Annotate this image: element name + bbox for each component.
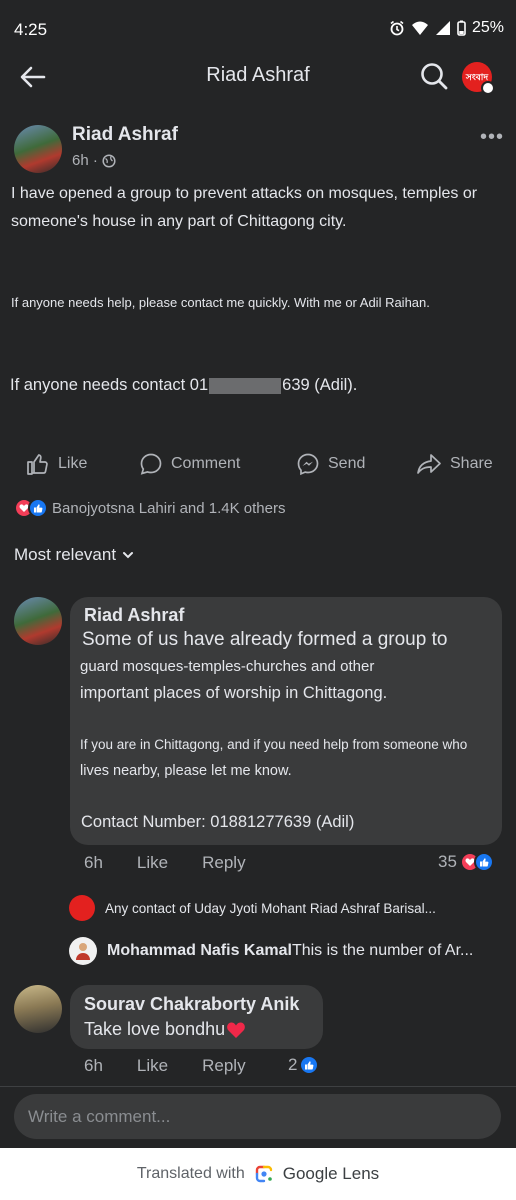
comment-meta: 6h Like Reply: [84, 1056, 280, 1076]
reply-text: This is the number of Ar...: [291, 942, 474, 959]
more-options-icon[interactable]: •••: [480, 126, 504, 149]
contact-text-after: 639 (Adil).: [282, 376, 358, 394]
profile-avatar[interactable]: সংবাদ: [462, 62, 495, 95]
reply-avatar: [69, 937, 97, 965]
comment-button[interactable]: Comment: [139, 452, 240, 476]
google-lens-brand: Google Lens: [282, 1164, 380, 1183]
like-reaction-icon: [473, 852, 494, 872]
comment-reactions[interactable]: 2: [288, 1055, 320, 1075]
reactions-text: Banojyotsna Lahiri and 1.4K others: [52, 499, 286, 517]
search-icon[interactable]: [418, 60, 450, 92]
comment-label: Comment: [171, 455, 241, 472]
post-author-avatar[interactable]: [14, 125, 62, 173]
share-label: Share: [450, 455, 493, 472]
contact-text-before: If anyone needs contact 01: [10, 376, 209, 394]
comment-like-button[interactable]: Like: [137, 853, 168, 873]
reply-item[interactable]: Mohammad Nafis Kamal This is the number …: [69, 937, 473, 965]
comment-line: important places of worship in Chittagon…: [80, 684, 388, 702]
translation-footer: Translated with Google Lens: [0, 1148, 516, 1200]
comment-reply-button[interactable]: Reply: [202, 1056, 245, 1076]
comment-text: Take love bondhu: [84, 1019, 246, 1040]
battery-percent: 25%: [471, 19, 504, 36]
like-label: Like: [58, 455, 88, 472]
globe-icon: [102, 153, 116, 168]
comment-bubble: Riad Ashraf Some of us have already form…: [70, 597, 502, 845]
like-reaction-icon: [299, 1055, 320, 1075]
comment-line: lives nearby, please let me know.: [80, 763, 292, 779]
share-button[interactable]: Share: [416, 452, 493, 476]
reply-item[interactable]: Any contact of Uday Jyoti Mohant Riad As…: [69, 895, 436, 921]
post-author-name[interactable]: Riad Ashraf: [72, 124, 178, 146]
comment-bubble: Sourav Chakraborty Anik Take love bondhu: [70, 985, 323, 1049]
post-text-help: If anyone needs help, please contact me …: [11, 295, 430, 310]
share-icon: [417, 454, 441, 474]
comment-reaction-count: 2: [288, 1055, 298, 1074]
post-text-contact: If anyone needs contact 01 639 (Adil).: [10, 376, 357, 395]
status-icons: 25%: [389, 19, 504, 37]
send-button[interactable]: Send: [296, 452, 365, 476]
thumbs-up-icon: [27, 454, 48, 475]
comment-reply-button[interactable]: Reply: [202, 853, 245, 873]
comment-line: Contact Number: 01881277639 (Adil): [81, 813, 355, 831]
wifi-icon: [411, 21, 428, 35]
person-icon: [76, 943, 90, 960]
google-lens-icon: [255, 1165, 272, 1183]
comment-time: 6h: [84, 853, 103, 872]
translated-with-text: Translated with: [136, 1165, 245, 1182]
post-text-main: I have opened a group to prevent attacks…: [11, 185, 478, 230]
menu-badge-icon: [481, 81, 495, 95]
commenter-avatar[interactable]: [14, 985, 62, 1033]
like-button[interactable]: Like: [26, 452, 87, 476]
commenter-name[interactable]: Riad Ashraf: [84, 605, 184, 626]
comment-reaction-count: 35: [438, 852, 457, 871]
alarm-icon: [390, 20, 404, 36]
reply-author[interactable]: Mohammad Nafis Kamal: [107, 942, 292, 960]
comment-line: If you are in Chittagong, and if you nee…: [80, 737, 468, 752]
sort-label: Most relevant: [14, 545, 117, 564]
comment-line: guard mosques-temples-churches and other: [80, 658, 375, 675]
post-time-text: 6h ·: [72, 152, 98, 169]
reply-text: Any contact of Uday Jyoti Mohant Riad As…: [105, 900, 436, 916]
comment-line: Some of us have already formed a group t…: [82, 629, 448, 650]
heart-icon: [227, 1021, 245, 1038]
signal-icon: [435, 21, 450, 35]
divider: [0, 1086, 516, 1087]
chevron-down-icon: [123, 552, 134, 559]
messenger-icon: [297, 453, 319, 476]
reactions-summary[interactable]: Banojyotsna Lahiri and 1.4K others: [14, 498, 286, 518]
comment-reactions[interactable]: 35: [438, 852, 494, 872]
reply-avatar: [69, 895, 95, 921]
comment-like-button[interactable]: Like: [137, 1056, 168, 1076]
like-reaction-icon: [28, 498, 48, 518]
commenter-avatar[interactable]: [14, 597, 62, 645]
status-time: 4:25: [14, 20, 48, 39]
comment-icon: [140, 453, 162, 475]
post-timestamp: 6h ·: [72, 152, 116, 169]
comment-time: 6h: [84, 1056, 103, 1075]
sort-comments-dropdown[interactable]: Most relevant: [14, 545, 134, 565]
commenter-name[interactable]: Sourav Chakraborty Anik: [84, 994, 299, 1015]
battery-icon: [457, 20, 466, 36]
redacted-number: [209, 377, 282, 394]
comment-meta: 6h Like Reply: [84, 853, 280, 873]
comment-text-value: Take love bondhu: [84, 1019, 226, 1039]
send-label: Send: [328, 455, 366, 472]
comment-input[interactable]: Write a comment...: [14, 1094, 501, 1139]
